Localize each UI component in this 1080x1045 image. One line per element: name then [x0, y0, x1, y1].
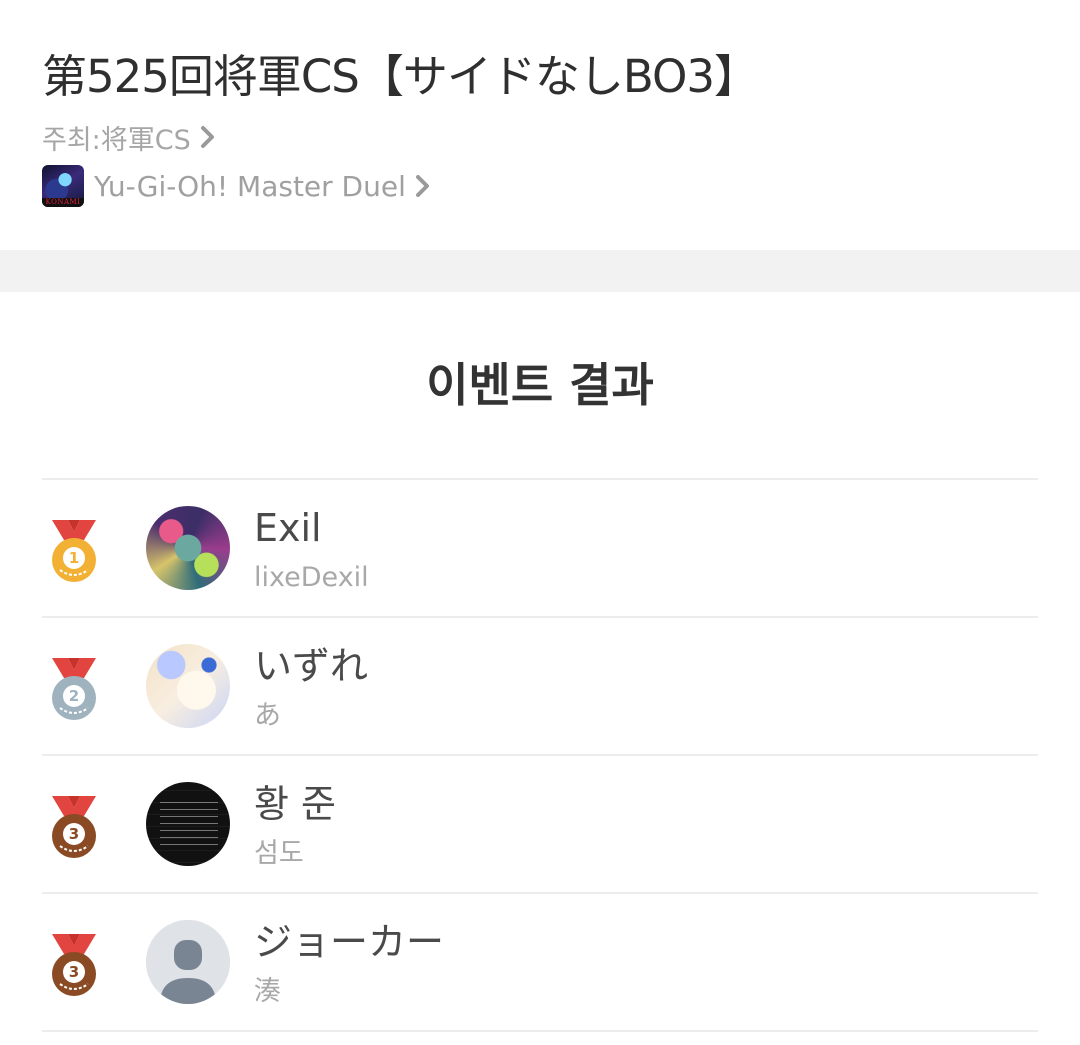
player-avatar[interactable] [146, 506, 230, 590]
chevron-right-icon [200, 126, 214, 148]
svg-text:3: 3 [69, 825, 79, 843]
default-user-icon [146, 920, 230, 1004]
player-name: 황 준 [254, 782, 336, 826]
svg-text:3: 3 [69, 963, 79, 981]
result-row[interactable]: 2 いずれ あ [42, 616, 1038, 754]
bronze-medal-icon: 3 [52, 934, 96, 996]
results-title: 이벤트 결과 [426, 358, 654, 412]
result-row[interactable]: 3 ジョーカー 湊 [42, 892, 1038, 1032]
player-subname: 湊 [254, 976, 281, 1007]
svg-text:1: 1 [69, 549, 79, 567]
gold-medal-icon: 1 [52, 520, 96, 582]
player-subname: lixeDexil [254, 562, 369, 593]
player-name: ジョーカー [254, 920, 445, 964]
bronze-medal-icon: 3 [52, 796, 96, 858]
player-subname: 섬도 [254, 838, 304, 869]
event-title: 第525回将軍CS【サイドなしBO3】 [42, 50, 759, 103]
svg-text:2: 2 [69, 687, 79, 705]
host-link[interactable]: 주최:将軍CS [42, 116, 219, 158]
game-thumbnail: KONAMI [42, 165, 84, 207]
player-name: いずれ [254, 644, 369, 688]
player-subname: あ [254, 700, 281, 731]
player-avatar[interactable] [146, 920, 230, 1004]
game-name: Yu-Gi-Oh! Master Duel [94, 169, 406, 203]
player-avatar[interactable] [146, 644, 230, 728]
section-divider [0, 250, 1080, 292]
avatar-terminal-lines [160, 802, 218, 846]
host-label: 주최:将軍CS [42, 124, 191, 156]
silver-medal-icon: 2 [52, 658, 96, 720]
result-row[interactable]: 1 Exil lixeDexil [42, 478, 1038, 616]
player-avatar[interactable] [146, 782, 230, 866]
event-header: 第525回将軍CS【サイドなしBO3】 주최:将軍CS KONAMI Yu-Gi… [0, 0, 1080, 250]
chevron-right-icon [415, 175, 429, 197]
player-name: Exil [254, 506, 322, 550]
game-link[interactable]: KONAMI Yu-Gi-Oh! Master Duel [42, 164, 434, 208]
game-thumbnail-brand: KONAMI [42, 198, 84, 207]
result-row[interactable]: 3 황 준 섬도 [42, 754, 1038, 892]
results-list: 1 Exil lixeDexil 2 いずれ あ 3 황 준 섬도 3 ジョーカ… [42, 478, 1038, 1032]
results-section: 이벤트 결과 1 Exil lixeDexil 2 いずれ あ 3 황 준 섬도… [0, 292, 1080, 1045]
